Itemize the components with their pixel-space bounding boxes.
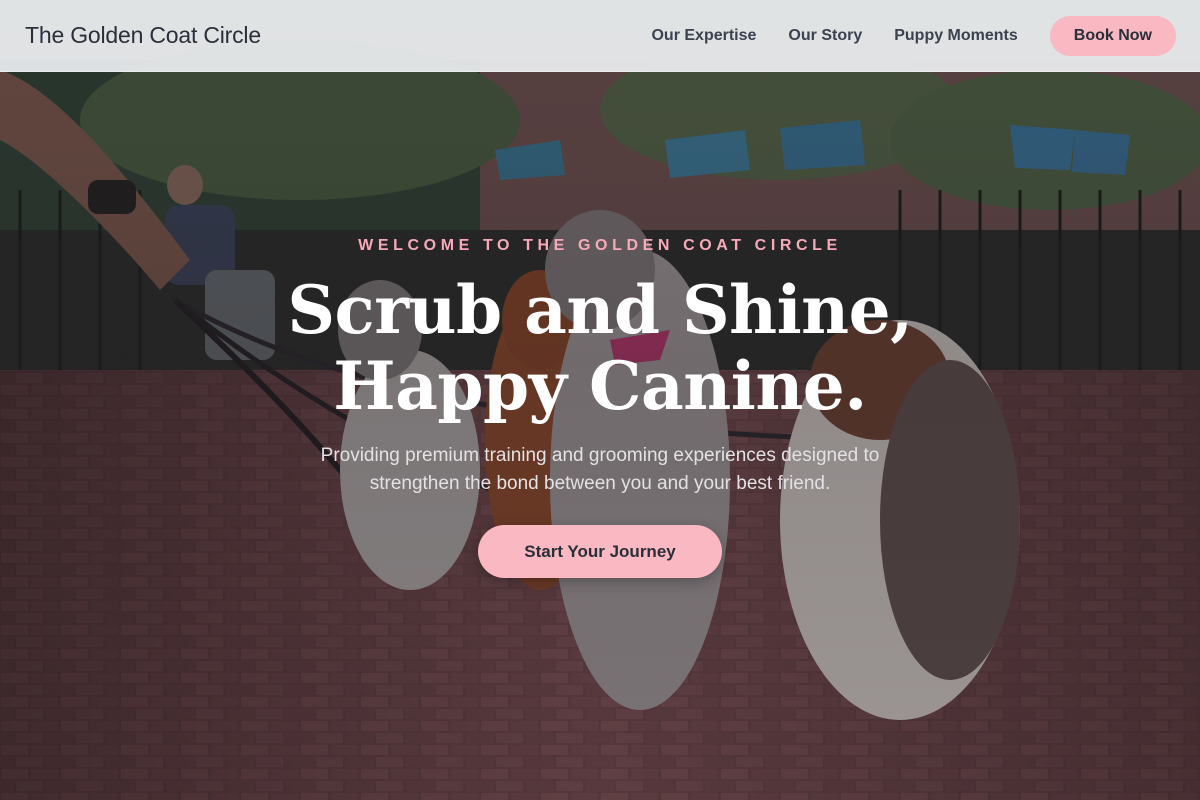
hero-subtext: Providing premium training and grooming … [275, 442, 925, 498]
book-now-button[interactable]: Book Now [1049, 15, 1176, 56]
hero-subtext-line2: strengthen the bond between you and your… [369, 473, 831, 494]
start-journey-button[interactable]: Start Your Journey [478, 525, 722, 578]
brand-logo-text[interactable]: The Golden Coat Circle [25, 22, 261, 49]
nav-link-puppy-moments[interactable]: Puppy Moments [894, 27, 1018, 45]
nav-link-our-expertise[interactable]: Our Expertise [651, 27, 756, 45]
hero-headline-line2: Happy Canine. [333, 347, 867, 425]
hero-headline-line1: Scrub and Shine, [287, 271, 913, 349]
hero-eyebrow: WELCOME TO THE GOLDEN COAT CIRCLE [358, 237, 842, 254]
top-navbar: The Golden Coat Circle Our Expertise Our… [0, 0, 1200, 72]
nav-link-our-story[interactable]: Our Story [788, 27, 862, 45]
hero-headline: Scrub and Shine, Happy Canine. [0, 272, 1200, 424]
nav-links: Our Expertise Our Story Puppy Moments Bo… [651, 15, 1176, 56]
hero-subtext-line1: Providing premium training and grooming … [320, 445, 880, 466]
